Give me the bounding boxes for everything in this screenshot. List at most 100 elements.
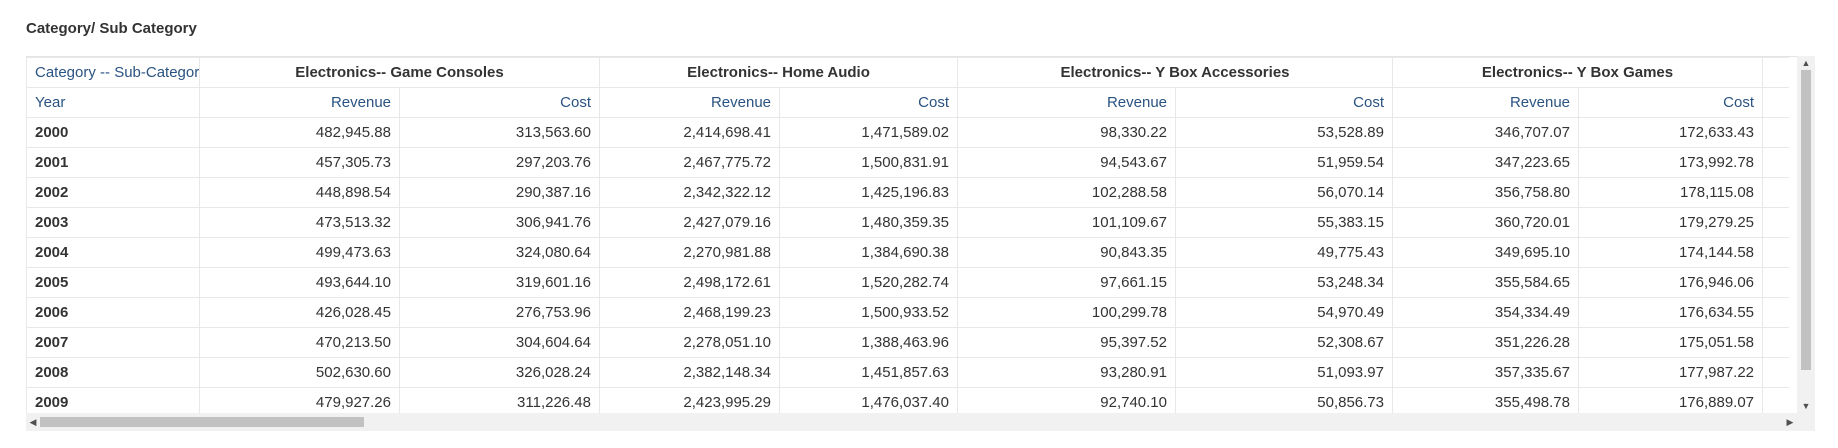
table-row: 2003 473,513.32 306,941.76 2,427,079.16 1,48… bbox=[26, 207, 1789, 238]
cost-cell: 290,387.16 bbox=[399, 177, 600, 208]
revenue-cell: 101,109.67 bbox=[957, 207, 1176, 238]
cost-cell: 179,279.25 bbox=[1577, 207, 1764, 238]
group-header[interactable]: Electronics-- Home Audio bbox=[599, 57, 958, 88]
year-cell: 2000 bbox=[26, 117, 200, 148]
revenue-cell: 2,423,995.29 bbox=[599, 387, 780, 414]
cost-cell: 53,528.89 bbox=[1175, 117, 1393, 148]
overflow-cell bbox=[1762, 177, 1789, 208]
revenue-cell: 346,707.07 bbox=[1392, 117, 1579, 148]
overflow-cell bbox=[1762, 297, 1789, 328]
horizontal-scrollbar[interactable]: ◀ ▶ bbox=[26, 413, 1797, 431]
revenue-header[interactable]: Revenue bbox=[1392, 87, 1579, 118]
cost-cell: 1,384,690.38 bbox=[779, 237, 958, 268]
group-header-row: Category -- Sub-Category Electronics-- G… bbox=[26, 57, 1789, 88]
cost-cell: 54,970.49 bbox=[1175, 297, 1393, 328]
overflow-cell bbox=[1762, 267, 1789, 298]
table-row: 2002 448,898.54 290,387.16 2,342,322.12 1,42… bbox=[26, 177, 1789, 208]
cost-cell: 175,051.58 bbox=[1577, 327, 1764, 358]
scroll-left-arrow-icon[interactable]: ◀ bbox=[26, 413, 40, 431]
pivot-grid: Category -- Sub-Category Electronics-- G… bbox=[26, 56, 1815, 431]
cost-cell: 53,248.34 bbox=[1175, 267, 1393, 298]
grid-viewport: Category -- Sub-Category Electronics-- G… bbox=[26, 56, 1797, 414]
vertical-scrollbar[interactable]: ▲ ▼ bbox=[1797, 56, 1815, 413]
revenue-cell: 2,468,199.23 bbox=[599, 297, 780, 328]
vertical-scroll-thumb[interactable] bbox=[1801, 70, 1811, 370]
overflow-cell bbox=[1762, 207, 1789, 238]
revenue-cell: 90,843.35 bbox=[957, 237, 1176, 268]
year-cell: 2007 bbox=[26, 327, 200, 358]
cost-cell: 326,028.24 bbox=[399, 357, 600, 388]
cost-cell: 174,144.58 bbox=[1577, 237, 1764, 268]
revenue-cell: 355,498.78 bbox=[1392, 387, 1579, 414]
revenue-cell: 102,288.58 bbox=[957, 177, 1176, 208]
cost-cell: 55,383.15 bbox=[1175, 207, 1393, 238]
cost-header[interactable]: Cost bbox=[779, 87, 958, 118]
year-cell: 2003 bbox=[26, 207, 200, 238]
cost-cell: 1,425,196.83 bbox=[779, 177, 958, 208]
revenue-cell: 351,226.28 bbox=[1392, 327, 1579, 358]
horizontal-scroll-thumb[interactable] bbox=[40, 417, 364, 427]
cost-cell: 51,093.97 bbox=[1175, 357, 1393, 388]
overflow-cell bbox=[1762, 357, 1789, 388]
year-cell: 2002 bbox=[26, 177, 200, 208]
table-row: 2006 426,028.45 276,753.96 2,468,199.23 1,50… bbox=[26, 297, 1789, 328]
overflow-cell bbox=[1762, 117, 1789, 148]
year-cell: 2004 bbox=[26, 237, 200, 268]
cost-cell: 306,941.76 bbox=[399, 207, 600, 238]
scroll-up-arrow-icon[interactable]: ▲ bbox=[1797, 56, 1815, 70]
group-header[interactable]: Electronics-- Game Consoles bbox=[199, 57, 600, 88]
cost-cell: 1,451,857.63 bbox=[779, 357, 958, 388]
revenue-cell: 473,513.32 bbox=[199, 207, 400, 238]
cost-cell: 51,959.54 bbox=[1175, 147, 1393, 178]
overflow-cell bbox=[1762, 237, 1789, 268]
revenue-cell: 2,467,775.72 bbox=[599, 147, 780, 178]
revenue-cell: 493,644.10 bbox=[199, 267, 400, 298]
table-row: 2000 482,945.88 313,563.60 2,414,698.41 1,47… bbox=[26, 117, 1789, 148]
cost-cell: 304,604.64 bbox=[399, 327, 600, 358]
scrollbar-corner bbox=[1797, 413, 1815, 431]
revenue-cell: 448,898.54 bbox=[199, 177, 400, 208]
cost-cell: 49,775.43 bbox=[1175, 237, 1393, 268]
revenue-header[interactable]: Revenue bbox=[199, 87, 400, 118]
cost-cell: 176,946.06 bbox=[1577, 267, 1764, 298]
cost-header[interactable]: Cost bbox=[1577, 87, 1764, 118]
cost-cell: 1,480,359.35 bbox=[779, 207, 958, 238]
year-cell: 2001 bbox=[26, 147, 200, 178]
cost-cell: 319,601.16 bbox=[399, 267, 600, 298]
revenue-cell: 93,280.91 bbox=[957, 357, 1176, 388]
scroll-right-arrow-icon[interactable]: ▶ bbox=[1783, 413, 1797, 431]
table-body: 2000 482,945.88 313,563.60 2,414,698.41 1,47… bbox=[26, 117, 1789, 414]
cost-cell: 173,992.78 bbox=[1577, 147, 1764, 178]
revenue-cell: 100,299.78 bbox=[957, 297, 1176, 328]
cost-header[interactable]: Cost bbox=[399, 87, 600, 118]
cost-header[interactable]: Cost bbox=[1175, 87, 1393, 118]
revenue-cell: 357,335.67 bbox=[1392, 357, 1579, 388]
revenue-cell: 2,270,981.88 bbox=[599, 237, 780, 268]
revenue-cell: 354,334.49 bbox=[1392, 297, 1579, 328]
table-row: 2004 499,473.63 324,080.64 2,270,981.88 1,38… bbox=[26, 237, 1789, 268]
cost-cell: 177,987.22 bbox=[1577, 357, 1764, 388]
revenue-cell: 482,945.88 bbox=[199, 117, 400, 148]
table-row: 2001 457,305.73 297,203.76 2,467,775.72 1,50… bbox=[26, 147, 1789, 178]
year-label: Year bbox=[26, 87, 200, 118]
table-row: 2005 493,644.10 319,601.16 2,498,172.61 1,52… bbox=[26, 267, 1789, 298]
year-cell: 2006 bbox=[26, 297, 200, 328]
group-header[interactable]: Electronics-- Y Box Games bbox=[1391, 57, 1764, 88]
scroll-down-arrow-icon[interactable]: ▼ bbox=[1797, 399, 1815, 413]
revenue-cell: 2,278,051.10 bbox=[599, 327, 780, 358]
cost-cell: 178,115.08 bbox=[1577, 177, 1764, 208]
cost-cell: 1,500,933.52 bbox=[779, 297, 958, 328]
cost-cell: 52,308.67 bbox=[1175, 327, 1393, 358]
revenue-header[interactable]: Revenue bbox=[599, 87, 780, 118]
revenue-cell: 94,543.67 bbox=[957, 147, 1176, 178]
cost-cell: 50,856.73 bbox=[1175, 387, 1393, 414]
group-header[interactable]: Electronics-- Y Box Accessories bbox=[957, 57, 1393, 88]
corner-label: Category -- Sub-Category bbox=[26, 57, 200, 88]
revenue-header[interactable]: Revenue bbox=[957, 87, 1176, 118]
cost-cell: 56,070.14 bbox=[1175, 177, 1393, 208]
cost-cell: 176,889.07 bbox=[1577, 387, 1764, 414]
cost-cell: 176,634.55 bbox=[1577, 297, 1764, 328]
measure-header-row: Year Revenue Cost Revenue Cost Revenue C… bbox=[26, 87, 1789, 118]
cost-cell: 1,471,589.02 bbox=[779, 117, 958, 148]
cost-cell: 172,633.43 bbox=[1577, 117, 1764, 148]
